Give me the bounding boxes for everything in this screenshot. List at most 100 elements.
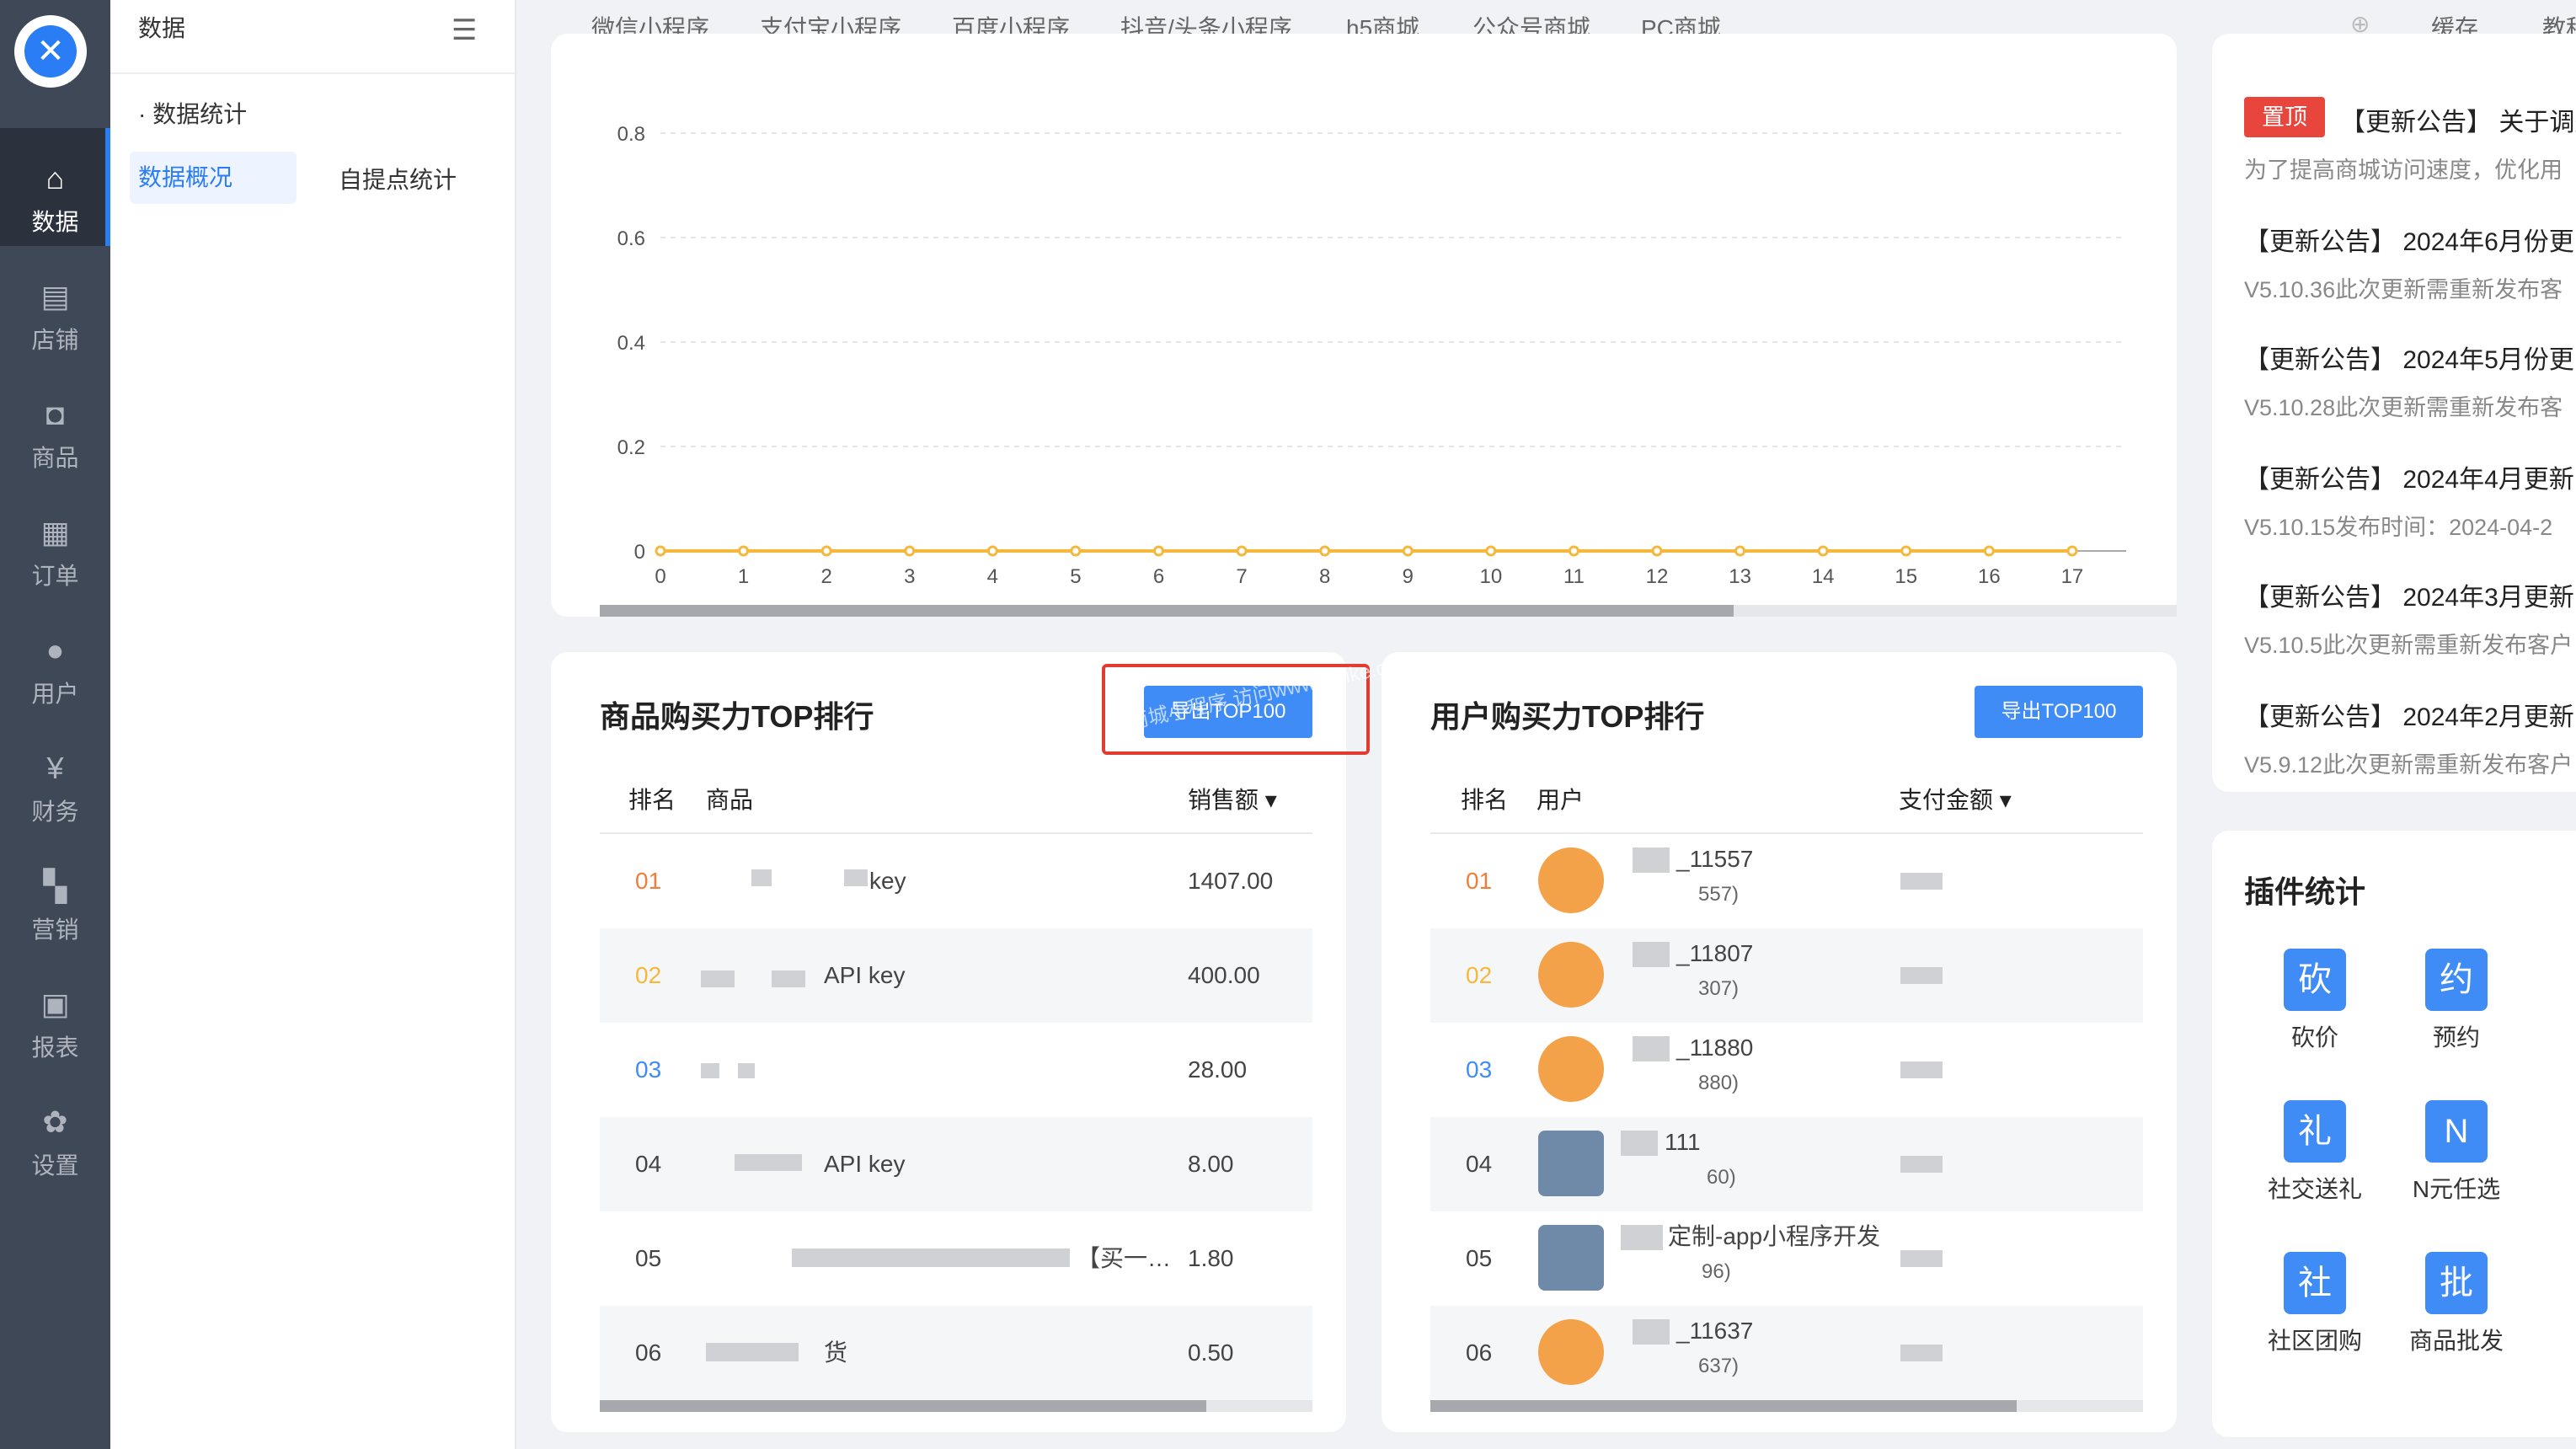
table-row[interactable]: 02 API key 400.00 [600, 928, 1312, 1023]
avatar [1538, 1225, 1604, 1291]
notice-title[interactable]: 【更新公告】 2024年2月更新 [2244, 696, 2574, 733]
table-row[interactable]: 05 【买一… 1.80 [600, 1211, 1312, 1306]
x-tick-label: 9 [1403, 565, 1414, 588]
users-scrollbar-thumb[interactable] [1430, 1400, 2017, 1412]
app-logo[interactable]: ✕ [14, 15, 87, 88]
table-row[interactable]: 03 28.00 [600, 1023, 1312, 1117]
users-rank-title: 用户购买力TOP排行 [1430, 699, 1705, 734]
x-tick-label: 12 [1646, 565, 1669, 588]
nav-users[interactable]: ● 用户 [0, 600, 110, 718]
table-row[interactable]: 05 定制-app小程序开发 96) [1430, 1211, 2143, 1306]
avatar [1538, 847, 1604, 913]
nav-goods[interactable]: ◘ 商品 [0, 364, 110, 482]
nav-marketing[interactable]: ▚ 营销 [0, 836, 110, 954]
nav-finance[interactable]: ¥ 财务 [0, 718, 110, 836]
nav-report[interactable]: ▣ 报表 [0, 954, 110, 1072]
data-point [1153, 545, 1165, 557]
nav-label: 店铺 [31, 327, 79, 353]
data-point [1070, 545, 1082, 557]
sub-item-overview[interactable]: 数据概况 [130, 152, 297, 204]
table-row[interactable]: 03 _11880 880) [1430, 1023, 2143, 1117]
rank-cell: 01 [635, 868, 662, 894]
rank-cell: 02 [1466, 962, 1493, 988]
nav-label: 设置 [31, 1152, 79, 1179]
nav-label: 订单 [31, 563, 79, 589]
goods-col-item: 商品 [706, 787, 754, 813]
notice-title[interactable]: 【更新公告】 2024年3月更新 [2244, 576, 2574, 613]
nav-data[interactable]: ⌂ 数据 [0, 128, 110, 246]
logo-icon: ✕ [24, 25, 77, 78]
nav-label: 财务 [31, 799, 79, 825]
table-row[interactable]: 01 key 1407.00 [600, 834, 1312, 928]
plugin-community-group[interactable]: 社社区团购 [2256, 1252, 2374, 1356]
home-icon: ⌂ [45, 161, 65, 195]
users-col-user: 用户 [1537, 787, 1585, 813]
chart-scroll-thumb [600, 605, 1734, 617]
plugin-bargain[interactable]: 砍砍价 [2256, 949, 2374, 1053]
goods-rank-title: 商品购买力TOP排行 [600, 699, 874, 734]
notice-title[interactable]: 【更新公告】 2024年6月份更 [2244, 221, 2574, 258]
goods-col-rank: 排名 [628, 787, 676, 813]
x-tick-label: 2 [820, 565, 831, 588]
blurred-text [792, 1248, 1070, 1267]
blurred-text [1633, 942, 1670, 967]
notice-title[interactable]: 【更新公告】 2024年5月份更 [2244, 339, 2574, 376]
blurred-text [1633, 847, 1670, 873]
goods-scrollbar-thumb[interactable] [600, 1400, 1206, 1412]
rank-cell: 04 [1466, 1151, 1493, 1177]
item-name: API key [824, 1151, 906, 1177]
notice-title[interactable]: 【更新公告】 关于调整 [2340, 101, 2576, 138]
plugin-social-gift[interactable]: 礼社交送礼 [2256, 1100, 2374, 1205]
plugin-wholesale[interactable]: 批商品批发 [2397, 1252, 2515, 1356]
nav-store[interactable]: ▤ 店铺 [0, 246, 110, 364]
notice-summary: V5.9.12此次更新需重新发布客户 [2244, 752, 2573, 778]
nav-label: 数据 [31, 209, 79, 235]
plugin-n-choice[interactable]: N N元任选 [2397, 1100, 2515, 1205]
users-col-amount[interactable]: 支付金额 ▾ [1899, 782, 2012, 815]
notice-title[interactable]: 【更新公告】 2024年4月更新 [2244, 458, 2574, 495]
line-chart: 00.20.40.60.80 1 2 3 4 5 6 7 8 9 10 11 12 13 14 15 16 17 [600, 123, 2177, 617]
nav-label: 报表 [31, 1035, 79, 1061]
blurred-amount [1900, 1156, 1943, 1173]
export-users-button[interactable]: 导出TOP100 [1975, 686, 2143, 738]
table-row[interactable]: 06 货 0.50 [600, 1306, 1312, 1400]
data-point [1900, 545, 1912, 557]
amount-cell: 1407.00 [1188, 868, 1274, 894]
nav-orders[interactable]: ▦ 订单 [0, 482, 110, 600]
rank-cell: 04 [635, 1151, 662, 1177]
bag-icon: ◘ [45, 397, 65, 431]
data-point [1319, 545, 1331, 557]
notice-summary: V5.10.28此次更新需重新发布客 [2244, 395, 2563, 420]
collapse-menu-icon[interactable]: ☰ [452, 13, 477, 47]
x-tick-label: 3 [904, 565, 915, 588]
blurred-text [772, 970, 805, 987]
grid-icon: ▚ [43, 869, 67, 903]
table-row[interactable]: 02 _11807 307) [1430, 928, 2143, 1023]
sub-sidebar [110, 0, 516, 1449]
blurred-amount [1900, 1345, 1943, 1361]
finance-icon: ¥ [46, 751, 64, 785]
blurred-amount [1900, 1250, 1943, 1267]
blurred-text [751, 869, 772, 886]
plugin-reservation[interactable]: 约预约 [2397, 949, 2515, 1053]
report-icon: ▣ [40, 986, 70, 1021]
data-point [820, 545, 832, 557]
table-row[interactable]: 01 _11557 557) [1430, 834, 2143, 928]
plugin-label: 社区团购 [2267, 1328, 2362, 1354]
nav-label: 用户 [31, 681, 79, 707]
y-tick-label: 0.2 [617, 436, 645, 459]
sub-item-pickup-stats[interactable]: 自提点统计 [339, 162, 457, 195]
amount-cell: 1.80 [1188, 1245, 1234, 1271]
x-tick-label: 1 [738, 565, 749, 588]
goods-col-amount[interactable]: 销售额 ▾ [1188, 782, 1277, 815]
plugin-title: 插件统计 [2244, 874, 2366, 909]
blurred-text [706, 1343, 799, 1361]
table-row[interactable]: 06 _11637 637) [1430, 1306, 2143, 1400]
blurred-amount [1900, 1061, 1943, 1078]
blurred-text [735, 1154, 802, 1171]
blurred-text [1621, 1131, 1658, 1156]
x-tick-label: 8 [1319, 565, 1330, 588]
blurred-text [1621, 1225, 1663, 1250]
table-row[interactable]: 04 API key 8.00 [600, 1117, 1312, 1211]
nav-settings[interactable]: ✿ 设置 [0, 1072, 110, 1190]
